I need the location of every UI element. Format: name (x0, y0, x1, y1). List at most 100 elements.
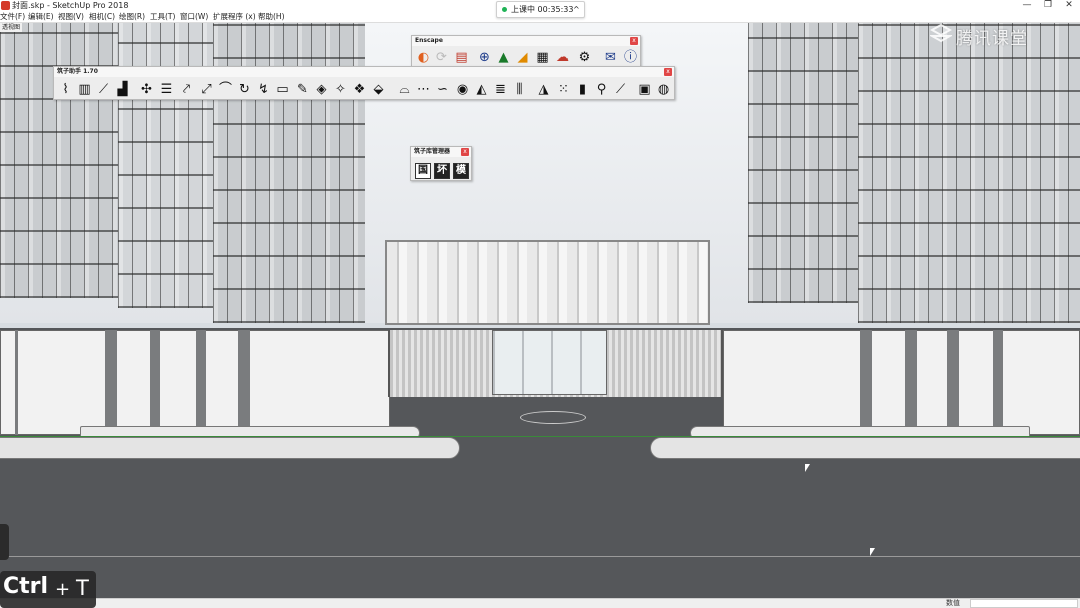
entrance-pavilion (385, 240, 710, 325)
slab-icon[interactable]: ☰ (158, 81, 175, 98)
pen-icon[interactable]: ✎ (294, 81, 311, 98)
zhuzi-close-button[interactable]: x (664, 68, 672, 76)
tangram-icon[interactable]: ✧ (332, 81, 349, 98)
entrance-glass-doors (492, 330, 607, 395)
walk-icon[interactable]: ⚲ (593, 81, 610, 98)
scene-tab[interactable]: 透视图 (0, 23, 23, 32)
menu-window[interactable]: 窗口(W) (180, 11, 208, 23)
status-bar: 数值 (0, 598, 1080, 608)
menu-view[interactable]: 视图(V) (58, 11, 84, 23)
key-t: T (76, 576, 89, 600)
material-icon[interactable]: ◢ (514, 49, 531, 66)
wall-pilaster (15, 330, 18, 435)
menu-file[interactable]: 文件(F) (0, 11, 25, 23)
checker-icon[interactable]: ▦ (534, 49, 551, 66)
menu-draw[interactable]: 绘图(R) (119, 11, 145, 23)
side-panel-tab[interactable] (0, 524, 9, 560)
menu-edit[interactable]: 编辑(E) (28, 11, 54, 23)
close-button[interactable]: ✕ (1059, 0, 1079, 11)
cloud-upload-icon[interactable]: ☁ (554, 49, 571, 66)
window-title: 封面.skp - SketchUp Pro 2018 (12, 1, 129, 10)
mouse-cursor-icon (805, 464, 810, 472)
sketchup-app-icon (1, 1, 10, 10)
ramp-icon[interactable]: ⟋ (95, 81, 112, 98)
rotate-icon[interactable]: ↻ (236, 81, 253, 98)
column-icon[interactable]: ⫼ (511, 81, 528, 98)
measurements-label: 数值 (946, 599, 960, 607)
wall-pilaster (238, 330, 250, 435)
restore-button[interactable]: ❐ (1038, 0, 1058, 11)
building-right-2 (858, 23, 1080, 323)
walker-icon[interactable]: ⤤ (178, 81, 195, 98)
roof-icon[interactable]: ▭ (274, 81, 291, 98)
railing-icon[interactable]: ▥ (76, 81, 93, 98)
key-ctrl: Ctrl (3, 574, 49, 599)
tower-icon[interactable]: ▮ (574, 81, 591, 98)
tencent-classroom-logo (930, 24, 952, 43)
sidewalk-right (650, 437, 1080, 459)
menu-camera[interactable]: 相机(C) (89, 11, 115, 23)
building-right-1 (748, 23, 858, 303)
ring-icon[interactable]: ◉ (454, 81, 471, 98)
watermark-text: 腾讯课堂 (956, 29, 1028, 49)
sidewalk-left (0, 437, 460, 459)
tree-icon[interactable]: ▲ (495, 49, 512, 66)
refresh-icon[interactable]: ⟳ (433, 49, 450, 66)
zhuzi-toolbar-title[interactable]: 筑子助手 1.70 (54, 67, 674, 77)
stack-icon[interactable]: ❖ (351, 81, 368, 98)
live-dot-icon (502, 7, 507, 12)
minimize-button[interactable]: — (1017, 0, 1037, 11)
menu-help[interactable]: 帮助(H) (258, 11, 285, 23)
add-icon[interactable]: ⊕ (476, 49, 493, 66)
perimeter-wall-left (0, 330, 390, 435)
road-icon[interactable]: ≣ (492, 81, 509, 98)
road-edge-line (0, 556, 1080, 557)
library-mo-button[interactable]: 模 (453, 163, 469, 179)
enscape-close-button[interactable]: x (630, 37, 638, 45)
frame-icon[interactable]: ▣ (636, 81, 653, 98)
mirror-icon[interactable]: ◮ (535, 81, 552, 98)
enscape-start-icon[interactable]: ◐ (415, 49, 432, 66)
runner-icon[interactable]: ⤢ (198, 81, 215, 98)
globe-icon[interactable]: ◍ (655, 81, 672, 98)
rope-icon[interactable]: ∽ (434, 81, 451, 98)
green-axis-line (0, 436, 1080, 437)
menu-extensions[interactable]: 扩展程序 (x) (213, 11, 256, 23)
class-live-indicator[interactable]: 上课中 00:35:33 ^ (496, 1, 585, 18)
model-viewport[interactable] (0, 23, 1080, 598)
chevron-up-icon[interactable]: ^ (573, 2, 580, 17)
flag-icon[interactable]: ◭ (473, 81, 490, 98)
sun-icon[interactable]: ✣ (138, 81, 155, 98)
settings-icon[interactable]: ⚙ (576, 49, 593, 66)
library-guo-button[interactable]: 国 (415, 163, 431, 179)
wall-pilaster (105, 330, 117, 435)
menu-tools[interactable]: 工具(T) (150, 11, 175, 23)
library-close-button[interactable]: x (461, 148, 469, 156)
zhuzi-assistant-toolbar: 筑子助手 1.70 x ⌇ ▥ ⟋ ▟ ✣ ☰ ⤤ ⤢ ⌒ ↻ ↯ ▭ ✎ ◈ … (53, 66, 675, 100)
wall-pilaster (150, 330, 160, 435)
building-left-1 (0, 23, 118, 298)
wall-pilaster (993, 330, 1003, 435)
keystroke-overlay: Ctrl + T (0, 571, 96, 608)
arch-icon[interactable]: ⌒ (217, 81, 234, 98)
key-plus: + (55, 579, 71, 600)
chain-icon[interactable]: ⋯ (415, 81, 432, 98)
broom-icon[interactable]: ⟋ (612, 81, 629, 98)
live-timer: 上课中 00:35:33 (511, 5, 574, 14)
sketchup-window: { "window": { "title": "封面.skp - SketchU… (0, 0, 1080, 608)
bucket-icon[interactable]: ⬙ (370, 81, 387, 98)
feedback-mail-icon[interactable]: ✉ (602, 49, 619, 66)
enscape-toolbar-title[interactable]: Enscape (412, 36, 640, 46)
follow-icon[interactable]: ↯ (255, 81, 272, 98)
library-huai-button[interactable]: 坏 (434, 163, 450, 179)
stair-icon[interactable]: ⌇ (57, 81, 74, 98)
arc-icon[interactable]: ⌓ (396, 81, 413, 98)
grid-icon[interactable]: ⁙ (555, 81, 572, 98)
info-icon[interactable]: ⓘ (622, 49, 639, 66)
diamond-icon[interactable]: ◈ (313, 81, 330, 98)
views-icon[interactable]: ▤ (453, 49, 470, 66)
wall-pilaster (947, 330, 959, 435)
steps-icon[interactable]: ▟ (114, 81, 131, 98)
wall-pilaster (860, 330, 872, 435)
measurements-input[interactable] (970, 599, 1078, 608)
